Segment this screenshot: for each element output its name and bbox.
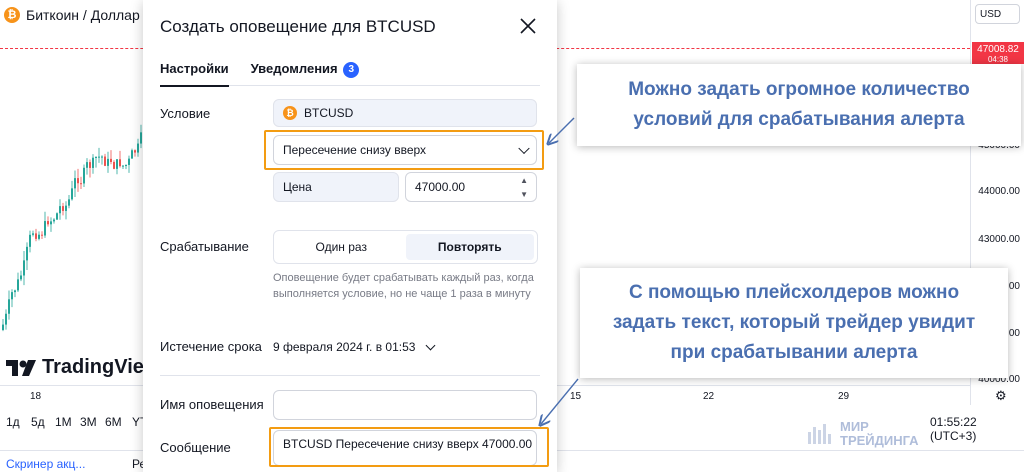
screen: ₿ Биткоин / Доллар С TradingView 18 15 2… (0, 0, 1024, 472)
mir-treydinga-logo: МИР ТРЕЙДИНГА (806, 420, 919, 448)
watermark-line1: МИР (840, 419, 869, 434)
watermark-line2: ТРЕЙДИНГА (840, 433, 919, 448)
chart-bars-icon (808, 424, 831, 444)
callout-conditions: Можно задать огромное количество условий… (577, 64, 1021, 146)
callout-placeholders: С помощью плейсхолдеров можно задать тек… (580, 268, 1008, 378)
